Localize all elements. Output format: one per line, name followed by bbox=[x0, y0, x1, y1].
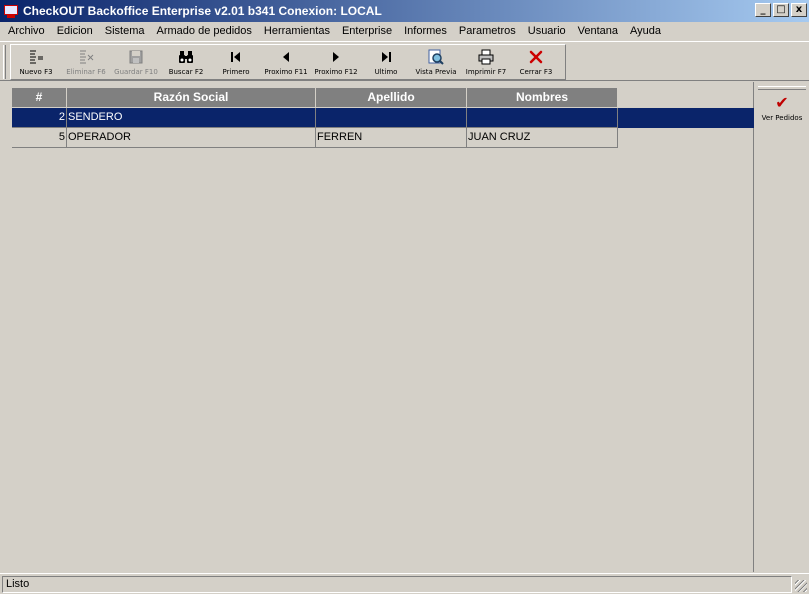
next-icon bbox=[327, 48, 345, 66]
cell-razon-social[interactable]: SENDERO bbox=[67, 108, 316, 128]
column-header-nombres[interactable]: Nombres bbox=[467, 88, 618, 108]
delete-button[interactable]: Eliminar F6 bbox=[61, 45, 111, 79]
status-bar: Listo bbox=[0, 573, 809, 594]
row-selection-fill bbox=[618, 108, 754, 128]
cell-apellido[interactable] bbox=[316, 108, 467, 128]
data-grid[interactable]: # Razón Social Apellido Nombres 2 SENDER… bbox=[12, 88, 754, 148]
last-icon bbox=[377, 48, 395, 66]
save-button[interactable]: Guardar F10 bbox=[111, 45, 161, 79]
menu-bar: Archivo Edicion Sistema Armado de pedido… bbox=[0, 22, 809, 41]
preview-button[interactable]: Vista Previa bbox=[411, 45, 461, 79]
close-window-button[interactable]: x bbox=[791, 3, 807, 17]
menu-ventana[interactable]: Ventana bbox=[572, 22, 624, 41]
next-button[interactable]: Proximo F12 bbox=[311, 45, 361, 79]
menu-parametros[interactable]: Parametros bbox=[453, 22, 522, 41]
search-label: Buscar F2 bbox=[168, 68, 204, 76]
toolbar-buttons: Nuevo F3 Eliminar F6 Guardar F10 Buscar … bbox=[10, 44, 566, 80]
side-toolbar-grip[interactable] bbox=[758, 86, 806, 90]
column-header-number[interactable]: # bbox=[12, 88, 67, 108]
last-label: Ultimo bbox=[374, 68, 398, 76]
resize-grip[interactable] bbox=[795, 580, 807, 592]
new-icon bbox=[27, 48, 45, 66]
new-label: Nuevo F3 bbox=[19, 68, 53, 76]
menu-armado-de-pedidos[interactable]: Armado de pedidos bbox=[151, 22, 258, 41]
cell-apellido[interactable]: FERREN bbox=[316, 128, 467, 148]
menu-edicion[interactable]: Edicion bbox=[51, 22, 99, 41]
checkmark-icon: ✔ bbox=[775, 93, 789, 112]
first-icon bbox=[227, 48, 245, 66]
maximize-button[interactable]: □ bbox=[773, 3, 789, 17]
cell-number[interactable]: 5 bbox=[12, 128, 67, 148]
last-button[interactable]: Ultimo bbox=[361, 45, 411, 79]
next-label: Proximo F12 bbox=[314, 68, 358, 76]
menu-archivo[interactable]: Archivo bbox=[2, 22, 51, 41]
side-toolbar: ✔ Ver Pedidos bbox=[755, 82, 809, 572]
delete-icon bbox=[77, 48, 95, 66]
preview-icon bbox=[427, 48, 445, 66]
cell-razon-social[interactable]: OPERADOR bbox=[67, 128, 316, 148]
save-icon bbox=[127, 48, 145, 66]
toolbar: Nuevo F3 Eliminar F6 Guardar F10 Buscar … bbox=[0, 41, 809, 81]
menu-sistema[interactable]: Sistema bbox=[99, 22, 151, 41]
menu-ayuda[interactable]: Ayuda bbox=[624, 22, 667, 41]
toolbar-grip[interactable] bbox=[3, 45, 6, 79]
view-orders-label: Ver Pedidos bbox=[761, 114, 803, 122]
print-button[interactable]: Imprimir F7 bbox=[461, 45, 511, 79]
search-button[interactable]: Buscar F2 bbox=[161, 45, 211, 79]
cell-nombres[interactable] bbox=[467, 108, 618, 128]
view-orders-button[interactable]: ✔ Ver Pedidos bbox=[755, 94, 809, 130]
cell-number[interactable]: 2 bbox=[12, 108, 67, 128]
menu-herramientas[interactable]: Herramientas bbox=[258, 22, 336, 41]
menu-informes[interactable]: Informes bbox=[398, 22, 453, 41]
minimize-button[interactable]: _ bbox=[755, 3, 771, 17]
first-label: Primero bbox=[222, 68, 250, 76]
menu-enterprise[interactable]: Enterprise bbox=[336, 22, 398, 41]
previous-icon bbox=[277, 48, 295, 66]
binoculars-icon bbox=[177, 48, 195, 66]
app-icon bbox=[3, 3, 19, 19]
main-area: # Razón Social Apellido Nombres 2 SENDER… bbox=[0, 82, 754, 572]
preview-label: Vista Previa bbox=[415, 68, 457, 76]
column-header-razon-social[interactable]: Razón Social bbox=[67, 88, 316, 108]
column-header-apellido[interactable]: Apellido bbox=[316, 88, 467, 108]
table-row[interactable]: 2 SENDERO bbox=[12, 108, 754, 128]
menu-usuario[interactable]: Usuario bbox=[522, 22, 572, 41]
grid-header: # Razón Social Apellido Nombres bbox=[12, 88, 754, 108]
first-button[interactable]: Primero bbox=[211, 45, 261, 79]
delete-label: Eliminar F6 bbox=[66, 68, 106, 76]
table-row[interactable]: 5 OPERADOR FERREN JUAN CRUZ bbox=[12, 128, 754, 148]
previous-button[interactable]: Proximo F11 bbox=[261, 45, 311, 79]
close-label: Cerrar F3 bbox=[519, 68, 553, 76]
cell-nombres[interactable]: JUAN CRUZ bbox=[467, 128, 618, 148]
title-bar[interactable]: CheckOUT Backoffice Enterprise v2.01 b34… bbox=[0, 0, 809, 22]
save-label: Guardar F10 bbox=[114, 68, 158, 76]
print-label: Imprimir F7 bbox=[465, 68, 507, 76]
window-title: CheckOUT Backoffice Enterprise v2.01 b34… bbox=[23, 4, 382, 18]
print-icon bbox=[477, 48, 495, 66]
previous-label: Proximo F11 bbox=[264, 68, 308, 76]
status-text: Listo bbox=[2, 576, 792, 593]
close-icon bbox=[527, 48, 545, 66]
window-controls: _ □ x bbox=[755, 3, 807, 17]
new-button[interactable]: Nuevo F3 bbox=[11, 45, 61, 79]
close-button[interactable]: Cerrar F3 bbox=[511, 45, 561, 79]
